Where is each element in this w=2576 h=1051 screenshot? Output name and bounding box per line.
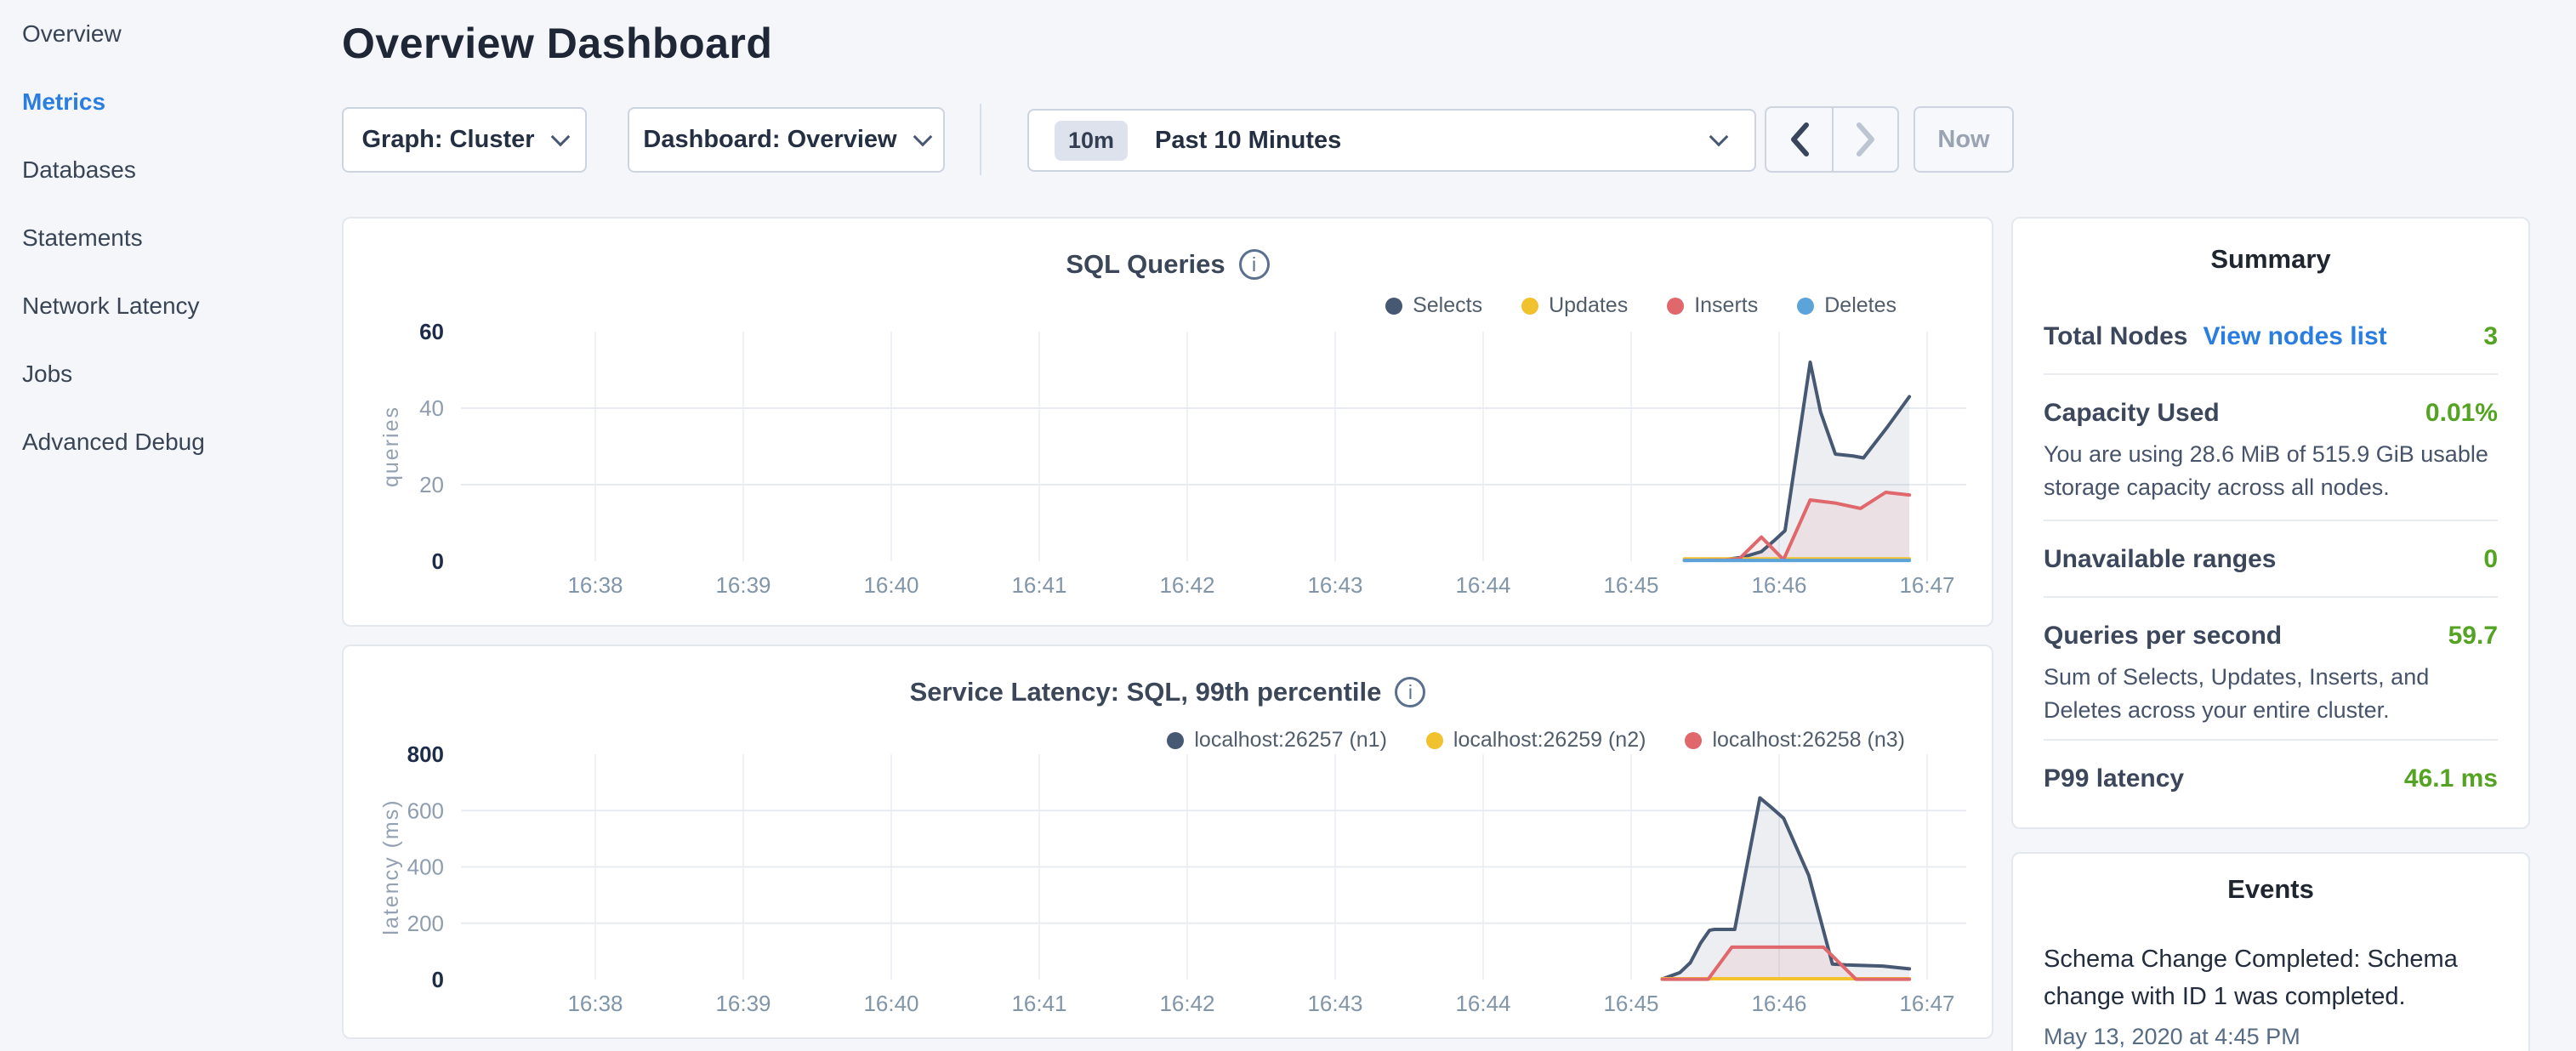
summary-row-queries-per-second: Queries per second 59.7 (2044, 622, 2498, 650)
next-range-button[interactable] (1832, 108, 1897, 171)
summary-row-description: Sum of Selects, Updates, Inserts, and De… (2044, 661, 2498, 727)
chevron-down-icon (550, 127, 570, 146)
svg-text:16:38: 16:38 (567, 991, 623, 1016)
divider (2044, 520, 2498, 521)
svg-text:16:41: 16:41 (1011, 572, 1066, 598)
svg-text:16:40: 16:40 (863, 991, 918, 1016)
svg-text:800: 800 (407, 741, 444, 767)
svg-text:16:46: 16:46 (1751, 572, 1806, 598)
svg-text:60: 60 (419, 319, 444, 344)
svg-text:16:43: 16:43 (1307, 991, 1362, 1016)
chevron-down-icon (913, 127, 932, 146)
service-latency-plot[interactable]: 16:38 16:39 16:40 16:41 16:42 16:43 16:44 16:45… (344, 646, 1995, 1041)
summary-row-label: Capacity Used (2044, 399, 2220, 428)
page-title: Overview Dashboard (342, 19, 772, 68)
now-button-label: Now (1937, 126, 1989, 154)
sidebar-item-statements[interactable]: Statements (0, 204, 340, 272)
view-nodes-list-link[interactable]: View nodes list (2203, 322, 2386, 351)
svg-text:16:46: 16:46 (1751, 991, 1806, 1016)
svg-text:0: 0 (432, 548, 444, 574)
event-message[interactable]: Schema Change Completed: Schema change w… (2044, 940, 2498, 1015)
summary-row-label: Queries per second (2044, 622, 2282, 650)
svg-text:600: 600 (407, 798, 444, 823)
divider (2044, 739, 2498, 741)
summary-row-value: 59.7 (2448, 622, 2498, 650)
svg-text:16:47: 16:47 (1899, 572, 1954, 598)
divider (2044, 373, 2498, 375)
summary-row-capacity-used: Capacity Used 0.01% (2044, 399, 2498, 428)
now-button[interactable]: Now (1914, 106, 2014, 173)
divider (2044, 596, 2498, 598)
summary-row-description: You are using 28.6 MiB of 515.9 GiB usab… (2044, 438, 2498, 504)
overview-dashboard-page: { "header": { "title": "Overview Dashboa… (0, 0, 2576, 1051)
svg-text:400: 400 (407, 855, 444, 880)
svg-text:16:44: 16:44 (1455, 991, 1510, 1016)
summary-row-unavailable-ranges: Unavailable ranges 0 (2044, 545, 2498, 574)
time-step-control (1765, 106, 1899, 173)
sidebar-item-databases[interactable]: Databases (0, 136, 340, 204)
sidebar-nav: Overview Metrics Databases Statements Ne… (0, 0, 340, 1051)
svg-text:200: 200 (407, 911, 444, 936)
graph-dropdown[interactable]: Graph: Cluster (342, 107, 587, 173)
svg-text:0: 0 (432, 967, 444, 992)
svg-text:40: 40 (419, 395, 444, 421)
summary-row-p99-latency: P99 latency 46.1 ms (2044, 764, 2498, 793)
svg-text:16:41: 16:41 (1011, 991, 1066, 1016)
summary-row-label: Unavailable ranges (2044, 545, 2276, 574)
svg-text:16:45: 16:45 (1603, 572, 1658, 598)
summary-row-value: 0.01% (2425, 399, 2498, 428)
summary-row-total-nodes: Total Nodes View nodes list 3 (2044, 322, 2498, 351)
chevron-down-icon (1709, 128, 1729, 147)
svg-text:16:44: 16:44 (1455, 572, 1510, 598)
sidebar-item-jobs[interactable]: Jobs (0, 340, 340, 408)
svg-text:16:39: 16:39 (715, 991, 771, 1016)
time-range-dropdown[interactable]: 10m Past 10 Minutes (1027, 109, 1756, 172)
time-range-label: Past 10 Minutes (1155, 127, 1341, 155)
sidebar-item-metrics[interactable]: Metrics (0, 68, 340, 136)
service-latency-chart-card: Service Latency: SQL, 99th percentile i … (342, 645, 1993, 1039)
time-range-badge: 10m (1055, 121, 1128, 161)
summary-row-value: 0 (2483, 545, 2498, 574)
summary-row-value: 46.1 ms (2404, 764, 2498, 793)
events-panel: Events Schema Change Completed: Schema c… (2011, 852, 2530, 1051)
sql-queries-plot[interactable]: 16:38 16:39 16:40 16:41 16:42 16:43 16:44 16:45… (344, 219, 1995, 628)
sql-queries-chart-card: SQL Queries i SelectsUpdatesInsertsDelet… (342, 217, 1993, 627)
prev-range-button[interactable] (1766, 108, 1832, 171)
events-title: Events (2044, 874, 2498, 905)
sidebar-menu: Overview Metrics Databases Statements Ne… (0, 0, 340, 476)
svg-text:16:42: 16:42 (1159, 991, 1214, 1016)
svg-text:20: 20 (419, 472, 444, 497)
dashboard-dropdown-label: Dashboard: Overview (643, 126, 896, 154)
summary-row-value: 3 (2483, 322, 2498, 351)
dashboard-dropdown[interactable]: Dashboard: Overview (628, 107, 945, 173)
event-timestamp: May 13, 2020 at 4:45 PM (2044, 1024, 2498, 1050)
summary-title: Summary (2044, 244, 2498, 275)
svg-text:16:45: 16:45 (1603, 991, 1658, 1016)
chevron-right-icon (1853, 122, 1879, 157)
svg-text:16:38: 16:38 (567, 572, 623, 598)
summary-panel: Summary Total Nodes View nodes list 3 Ca… (2011, 217, 2530, 829)
sidebar-item-network-latency[interactable]: Network Latency (0, 272, 340, 340)
svg-text:16:40: 16:40 (863, 572, 918, 598)
svg-text:16:39: 16:39 (715, 572, 771, 598)
sidebar-item-advanced-debug[interactable]: Advanced Debug (0, 408, 340, 476)
svg-text:16:42: 16:42 (1159, 572, 1214, 598)
summary-row-label: Total Nodes (2044, 322, 2187, 351)
chevron-left-icon (1787, 122, 1812, 157)
controls-divider (980, 104, 981, 175)
sidebar-item-overview[interactable]: Overview (0, 0, 340, 68)
graph-dropdown-label: Graph: Cluster (361, 126, 534, 154)
svg-text:16:43: 16:43 (1307, 572, 1362, 598)
svg-text:16:47: 16:47 (1899, 991, 1954, 1016)
summary-row-label: P99 latency (2044, 764, 2184, 793)
svg-text:latency (ms): latency (ms) (379, 798, 403, 935)
svg-text:queries: queries (379, 406, 403, 487)
